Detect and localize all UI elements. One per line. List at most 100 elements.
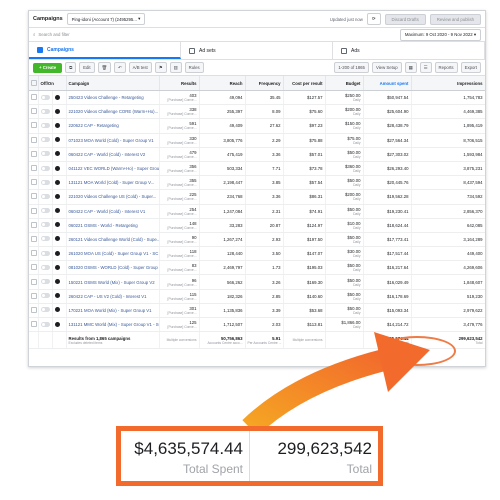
table-row[interactable]: 150221 OSMS World (Mix) - Super Group V2… xyxy=(29,274,485,290)
campaign-name[interactable]: 260121 Videos Challenge World (Cold) - S… xyxy=(66,232,160,248)
row-checkbox[interactable] xyxy=(29,317,39,333)
campaign-name[interactable]: 071023 MOA World (Cold) - Super Group V1 xyxy=(66,133,160,148)
undo-icon[interactable]: ↶ xyxy=(114,62,126,73)
table-row[interactable]: 170221 MOA World (Mix) - Super Group V1 3… xyxy=(29,303,485,319)
row-toggle[interactable] xyxy=(38,133,53,148)
table-row[interactable]: 261020 MOA US (Cold) - Super Group V1 - … xyxy=(29,246,485,262)
row-checkbox[interactable] xyxy=(29,133,39,148)
campaign-name[interactable]: 060221 OSMS - World - Retargeting xyxy=(66,218,160,233)
row-checkbox[interactable] xyxy=(29,232,39,248)
row-toggle[interactable] xyxy=(38,90,53,106)
row-checkbox[interactable] xyxy=(29,274,39,290)
row-toggle[interactable] xyxy=(38,246,53,262)
discard-drafts-button[interactable]: Discard Drafts xyxy=(384,13,426,25)
duplicate-button[interactable]: ⧉ xyxy=(65,62,77,73)
reports-button[interactable]: Reports xyxy=(434,62,458,73)
table-row[interactable]: 221020 Videos Challenge US (Cold) - Supe… xyxy=(29,189,485,205)
header-cost-per-result[interactable]: Cost per result xyxy=(283,76,326,91)
header-campaign[interactable]: Campaign xyxy=(66,76,160,91)
pagination[interactable]: 1-200 of 1865 xyxy=(334,62,369,73)
row-toggle[interactable] xyxy=(38,161,53,177)
header-frequency[interactable]: Frequency xyxy=(245,76,284,91)
campaign-name[interactable]: 221020 Videos Challenge CORE (Warm+Ho)..… xyxy=(66,104,160,120)
campaign-name[interactable]: 060422 CAP - World (Cold) - Interest V2 xyxy=(66,147,160,162)
review-publish-button[interactable]: Review and publish xyxy=(429,13,481,25)
table-row[interactable]: 260121 Videos Challenge World (Cold) - S… xyxy=(29,232,485,248)
campaign-name[interactable]: 250423 Videos Challenge - Retargeting xyxy=(66,90,160,106)
table-row[interactable]: 041122 VEC WORLD (Warm+Ho) - Super Grou.… xyxy=(29,161,485,177)
table-row[interactable]: 060221 OSMS - World - Retargeting 148 [Pur… xyxy=(29,218,485,233)
row-checkbox[interactable] xyxy=(29,90,39,106)
table-row[interactable]: 260422 CAP - US V2 (Cold) - Interest V1 1… xyxy=(29,289,485,304)
row-checkbox[interactable] xyxy=(29,104,39,120)
table-row[interactable]: 071023 MOA World (Cold) - Super Group V1… xyxy=(29,133,485,148)
table-row[interactable]: 060422 CAP - World (Cold) - Interest V2 4… xyxy=(29,147,485,162)
campaign-name[interactable]: 041122 VEC WORLD (Warm+Ho) - Super Grou.… xyxy=(66,161,160,177)
table-row[interactable]: 131121 MOA World (Cold) - Super Group V.… xyxy=(29,175,485,191)
chart-icon[interactable]: ▥ xyxy=(169,62,182,73)
row-toggle[interactable] xyxy=(38,104,53,120)
table-row[interactable]: 221020 Videos Challenge CORE (Warm+Ho)..… xyxy=(29,104,485,120)
header-reach[interactable]: Reach xyxy=(199,76,246,91)
row-toggle[interactable] xyxy=(38,175,53,191)
campaign-name[interactable]: 220622 CAP - Retargeting xyxy=(66,118,160,134)
campaign-name[interactable]: 060422 CAP - World (Cold) - Interest V1 xyxy=(66,204,160,219)
delete-icon[interactable]: 🗑 xyxy=(97,62,112,73)
account-selector[interactable]: Ping-idoni (Account 7) (2495295... ▾ xyxy=(66,13,146,25)
select-all-checkbox[interactable] xyxy=(29,76,39,91)
header-results[interactable]: Results xyxy=(159,76,200,91)
row-checkbox[interactable] xyxy=(29,204,39,219)
ab-test-button[interactable]: A/B test xyxy=(128,62,152,73)
row-toggle[interactable] xyxy=(38,118,53,134)
row-toggle[interactable] xyxy=(38,218,53,233)
campaign-name[interactable]: 131121 MOA World (Cold) - Super Group V.… xyxy=(66,175,160,191)
row-checkbox[interactable] xyxy=(29,118,39,134)
row-toggle[interactable] xyxy=(38,260,53,276)
create-button[interactable]: + Create xyxy=(33,62,63,73)
refresh-icon[interactable]: ⟳ xyxy=(366,13,381,25)
view-setup-button[interactable]: View Setup xyxy=(371,62,402,73)
campaign-name[interactable]: 260422 CAP - US V2 (Cold) - Interest V1 xyxy=(66,289,160,304)
header-amount-spent[interactable]: Amount spent xyxy=(363,76,412,91)
tab-ads[interactable]: Ads xyxy=(333,42,485,59)
row-toggle[interactable] xyxy=(38,232,53,248)
row-toggle[interactable] xyxy=(38,147,53,162)
row-toggle[interactable] xyxy=(38,189,53,205)
edit-button[interactable]: Edit xyxy=(79,62,95,73)
row-toggle[interactable] xyxy=(38,303,53,319)
rules-button[interactable]: Rules xyxy=(184,62,204,73)
campaign-name[interactable]: 170221 MOA World (Mix) - Super Group V1 xyxy=(66,303,160,319)
campaign-name[interactable]: 261020 MOA US (Cold) - Super Group V1 - … xyxy=(66,246,160,262)
header-impressions[interactable]: Impressions xyxy=(411,76,485,91)
row-toggle[interactable] xyxy=(38,317,53,333)
breakdown-icon[interactable]: ☰ xyxy=(419,62,432,73)
campaign-name[interactable]: 131121 MMC World (Mix) - Super Group V1 … xyxy=(66,317,160,333)
row-checkbox[interactable] xyxy=(29,161,39,177)
header-onoff[interactable]: Off/On xyxy=(38,76,67,91)
search-input[interactable]: ⌕ Search and filter xyxy=(33,32,396,37)
row-checkbox[interactable] xyxy=(29,260,39,276)
row-toggle[interactable] xyxy=(38,204,53,219)
row-checkbox[interactable] xyxy=(29,246,39,262)
row-checkbox[interactable] xyxy=(29,218,39,233)
table-row[interactable]: 131121 MMC World (Mix) - Super Group V1 … xyxy=(29,317,485,333)
row-toggle[interactable] xyxy=(38,274,53,290)
columns-icon[interactable]: ▦ xyxy=(404,62,417,73)
row-checkbox[interactable] xyxy=(29,289,39,304)
header-budget[interactable]: Budget xyxy=(325,76,364,91)
row-toggle[interactable] xyxy=(38,289,53,304)
campaign-name[interactable]: 150221 OSMS World (Mix) - Super Group V2 xyxy=(66,274,160,290)
table-row[interactable]: 060422 CAP - World (Cold) - Interest V1 2… xyxy=(29,204,485,219)
table-row[interactable]: 220622 CAP - Retargeting 591 [Purchase] Co… xyxy=(29,118,485,134)
tag-icon[interactable]: ⚑ xyxy=(154,62,167,73)
campaign-name[interactable]: 081020 OSMS - WORLD (Cold) - Super Group… xyxy=(66,260,160,276)
export-button[interactable]: Export xyxy=(460,62,481,73)
row-checkbox[interactable] xyxy=(29,147,39,162)
tab-ad-sets[interactable]: Ad sets xyxy=(181,42,333,59)
row-checkbox[interactable] xyxy=(29,175,39,191)
row-checkbox[interactable] xyxy=(29,303,39,319)
table-row[interactable]: 250423 Videos Challenge - Retargeting 403… xyxy=(29,90,485,106)
tab-campaigns[interactable]: Campaigns xyxy=(29,42,181,59)
campaign-name[interactable]: 221020 Videos Challenge US (Cold) - Supe… xyxy=(66,189,160,205)
date-range-picker[interactable]: Maximum: 9 Oct 2020 - 9 Nov 2022 ▾ xyxy=(399,28,481,41)
